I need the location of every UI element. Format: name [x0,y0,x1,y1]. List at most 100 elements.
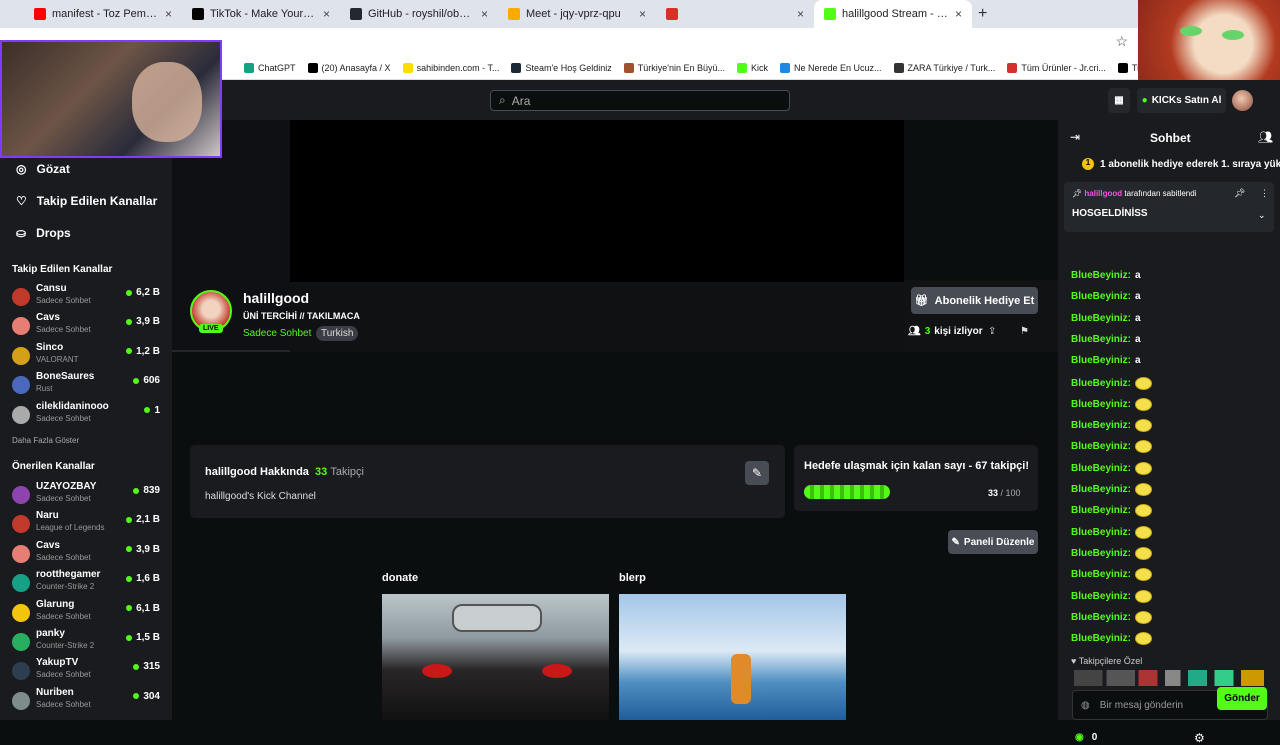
channel-points[interactable]: ◉ 0 [1075,732,1097,743]
chat-message[interactable]: BlueBeyiniz: a [1071,313,1141,324]
edit-icon[interactable]: ✎ [745,461,769,485]
blerp-panel-image[interactable] [619,594,846,720]
bookmark-item[interactable]: ChatGPT [244,62,296,73]
edit-panel-button[interactable]: ✎ Paneli Düzenle [948,530,1038,554]
channel-item[interactable]: UZAYOZBAY Sadece Sohbet 839 [12,481,162,509]
channel-item[interactable]: rootthegamer Counter-Strike 2 1,6 B [12,569,162,597]
bookmark-item[interactable]: Tüm Ürünler - Jr.cri... [1007,62,1106,73]
channel-avatar [12,515,30,534]
channel-avatar [12,405,30,424]
chat-message[interactable]: BlueBeyiniz: a [1071,270,1141,281]
chat-message[interactable]: BlueBeyiniz: [1071,376,1153,390]
channel-item[interactable]: Nuriben Sadece Sohbet 304 [12,687,162,715]
sidebar-nav-browse[interactable]: ◎ Gözat [16,162,70,176]
viewer-count: 1,5 B [126,632,160,643]
video-screen[interactable] [290,120,904,282]
live-dot-icon [126,634,133,641]
chevron-down-icon[interactable]: ⌄ [1258,210,1266,221]
chat-message[interactable]: BlueBeyiniz: [1071,419,1153,433]
chat-message[interactable]: BlueBeyiniz: [1071,546,1153,560]
language-tag[interactable]: Turkish [316,326,359,341]
chat-message[interactable]: BlueBeyiniz: [1071,504,1153,518]
channel-item[interactable]: cileklidaninooo Sadece Sohbet 1 [12,401,162,429]
heart-icon: ♡ [16,194,27,208]
viewer-count: 6,2 B [126,287,160,298]
chat-message[interactable]: BlueBeyiniz: [1071,483,1153,496]
channel-item[interactable]: YakupTV Sadece Sohbet 315 [12,657,162,685]
chat-users-icon[interactable]: 👥︎ [1258,130,1273,144]
bookmark-favicon-icon [736,62,747,73]
chat-message[interactable]: BlueBeyiniz: [1071,632,1153,646]
user-avatar[interactable] [1232,90,1253,111]
browser-tab[interactable]: × [656,0,814,28]
bookmark-item[interactable]: Kick [736,62,768,73]
channel-item[interactable]: Sinco VALORANT 1,2 B [12,342,162,370]
bookmark-item[interactable]: Türkiye'nin En Büyü... [623,62,725,73]
chat-message[interactable]: BlueBeyiniz: [1071,610,1153,624]
gift-sub-button[interactable]: 🎁︎ Abonelik Hediye Et [911,287,1038,314]
close-tab-icon[interactable]: × [955,7,962,21]
chat-message[interactable]: BlueBeyiniz: [1071,589,1153,603]
pin-icon: 📌︎ [1072,189,1083,198]
stream-title: ÜNİ TERCİHİ // TAKILMACA [243,311,360,321]
bookmark-favicon-icon [1007,62,1018,73]
collapse-chat-icon[interactable]: ⇥ [1070,130,1080,144]
search-input[interactable]: ⌕ Ara [490,90,790,111]
bookmark-item[interactable]: ZARA Türkiye / Turk... [893,62,995,73]
channel-item[interactable]: Glarung Sadece Sohbet 6,1 B [12,599,162,627]
chat-message[interactable]: BlueBeyiniz: [1071,397,1153,411]
share-icon[interactable]: ⇪ [988,326,996,337]
close-tab-icon[interactable]: × [639,7,646,21]
close-tab-icon[interactable]: × [481,7,488,21]
channel-item[interactable]: Cansu Sadece Sohbet 6,2 B [12,283,162,311]
chat-message[interactable]: BlueBeyiniz: a [1071,291,1141,302]
live-dot-icon [133,693,140,700]
gear-icon[interactable]: ⚙ [1194,731,1205,745]
sidebar-nav-following[interactable]: ♡ Takip Edilen Kanallar [16,194,157,208]
channel-avatar [12,633,30,651]
bookmark-item[interactable]: (20) Anasayfa / X [307,62,391,73]
close-tab-icon[interactable]: × [323,7,330,21]
kicks-coin-icon: ● [1141,95,1148,106]
unpin-icon[interactable]: 📌︎ [1234,188,1245,199]
stream-category[interactable]: Sadece Sohbet [243,328,311,339]
browser-tab[interactable]: GitHub - royshil/obs-backgrou× [340,0,498,28]
browser-tab[interactable]: TikTok - Make Your Day × [182,0,340,28]
bookmark-item[interactable]: Steam'e Hoş Geldiniz [511,62,612,73]
live-dot-icon [133,377,140,384]
kicks-buy-button[interactable]: ● KICKs Satın Al [1137,88,1226,113]
channel-item[interactable]: Naru League of Legends 2,1 B [12,510,162,538]
streamer-name[interactable]: halillgood [243,290,309,306]
chat-message[interactable]: BlueBeyiniz: [1071,568,1153,582]
viewer-count: 1 [144,405,160,416]
donate-panel-image[interactable] [382,594,609,720]
browser-tab[interactable]: Meet - jqy-vprz-qpu × [498,0,656,28]
sidebar-nav-drops[interactable]: ⛀ Drops [16,226,71,240]
channel-item[interactable]: Cavs Sadece Sohbet 3,9 B [12,312,162,340]
channel-item[interactable]: BoneSaures Rust 606 [12,371,162,399]
chat-message[interactable]: BlueBeyiniz: [1071,525,1153,539]
chat-message[interactable]: BlueBeyiniz: a [1071,355,1141,366]
close-tab-icon[interactable]: × [797,7,804,21]
browser-tab[interactable]: halillgood Stream - Watch Live× [814,0,972,28]
bookmark-item[interactable]: Ne Nerede En Ucuz... [780,62,882,73]
more-options-icon[interactable]: ⋮ [1260,188,1269,199]
sidebar: ◎ Gözat ♡ Takip Edilen Kanallar ⛀ Drops Tak… [0,120,172,720]
channel-item[interactable]: panky Counter-Strike 2 1,5 B [12,628,162,656]
show-more-link[interactable]: Daha Fazla Göster [12,436,79,445]
chat-message[interactable]: BlueBeyiniz: [1071,461,1153,475]
bookmark-star-icon[interactable]: ☆ [1115,33,1128,50]
follow-icon[interactable]: ⚑ [1020,326,1029,337]
close-tab-icon[interactable]: × [165,7,172,21]
chat-message[interactable]: BlueBeyiniz: [1071,440,1153,454]
new-tab-icon[interactable]: + [978,5,987,23]
chat-message[interactable]: BlueBeyiniz: a [1071,334,1141,345]
channel-item[interactable]: Cavs Sadece Sohbet 3,9 B [12,540,162,568]
emote-icon [1135,504,1153,518]
browser-tab[interactable]: manifest - Toz Pembe | Official× [24,0,182,28]
emote-bar[interactable] [1074,670,1264,686]
send-button[interactable]: Gönder [1217,687,1267,710]
sub-gift-banner[interactable]: 1 1 abonelik hediye ederek 1. sıraya yük [1082,158,1280,170]
dashboard-icon[interactable]: ▦ [1108,88,1130,113]
bookmark-item[interactable]: sahibinden.com - T... [402,62,499,73]
